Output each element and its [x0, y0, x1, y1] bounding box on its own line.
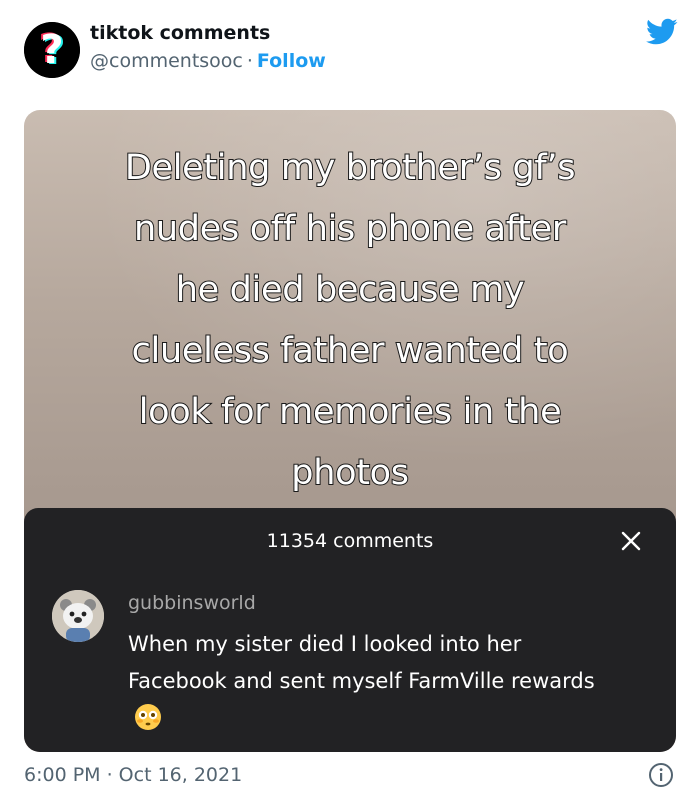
caption-line: photos — [290, 452, 410, 494]
caption-line: he died because my — [175, 269, 526, 311]
bear-toy-avatar-icon — [52, 590, 104, 642]
caption-line: clueless father wanted to — [131, 330, 570, 372]
video-caption: Deleting my brother’s gf’s nudes off his… — [54, 138, 646, 504]
caption-line: nudes off his phone after — [133, 208, 567, 250]
separator-dot: · — [246, 50, 253, 72]
comment-text: When my sister died I looked into her Fa… — [128, 626, 598, 737]
author-handle[interactable]: @commentsooc — [90, 50, 243, 72]
follow-button[interactable]: Follow — [257, 50, 326, 72]
tweet-timestamp[interactable]: 6:00 PM · Oct 16, 2021 — [24, 764, 242, 786]
question-mark-logo-icon: ? ? ? — [24, 22, 80, 78]
twitter-bird-icon[interactable] — [646, 18, 678, 46]
info-icon[interactable] — [648, 762, 674, 788]
author-name[interactable]: tiktok comments — [90, 22, 270, 44]
tweet-card: ? ? ? tiktok comments @commentsooc · Follo… — [0, 0, 700, 802]
comments-count: 11354 comments — [266, 530, 434, 552]
flushed-face-emoji-icon — [135, 704, 161, 730]
author-avatar[interactable]: ? ? ? — [24, 22, 80, 78]
commenter-username[interactable]: gubbinsworld — [128, 592, 256, 614]
caption-line: Deleting my brother’s gf’s — [124, 147, 577, 189]
tweet-media-image[interactable]: Deleting my brother’s gf’s nudes off his… — [24, 110, 676, 752]
close-icon[interactable] — [620, 530, 642, 552]
caption-line: look for memories in the — [138, 391, 563, 433]
svg-text:?: ? — [40, 27, 63, 73]
commenter-avatar[interactable] — [52, 590, 104, 642]
comment-body: When my sister died I looked into her Fa… — [128, 632, 595, 693]
comments-panel: 11354 comments gubbinsworld When my sist… — [24, 508, 676, 752]
author-handle-line: @commentsooc · Follow — [90, 50, 326, 72]
